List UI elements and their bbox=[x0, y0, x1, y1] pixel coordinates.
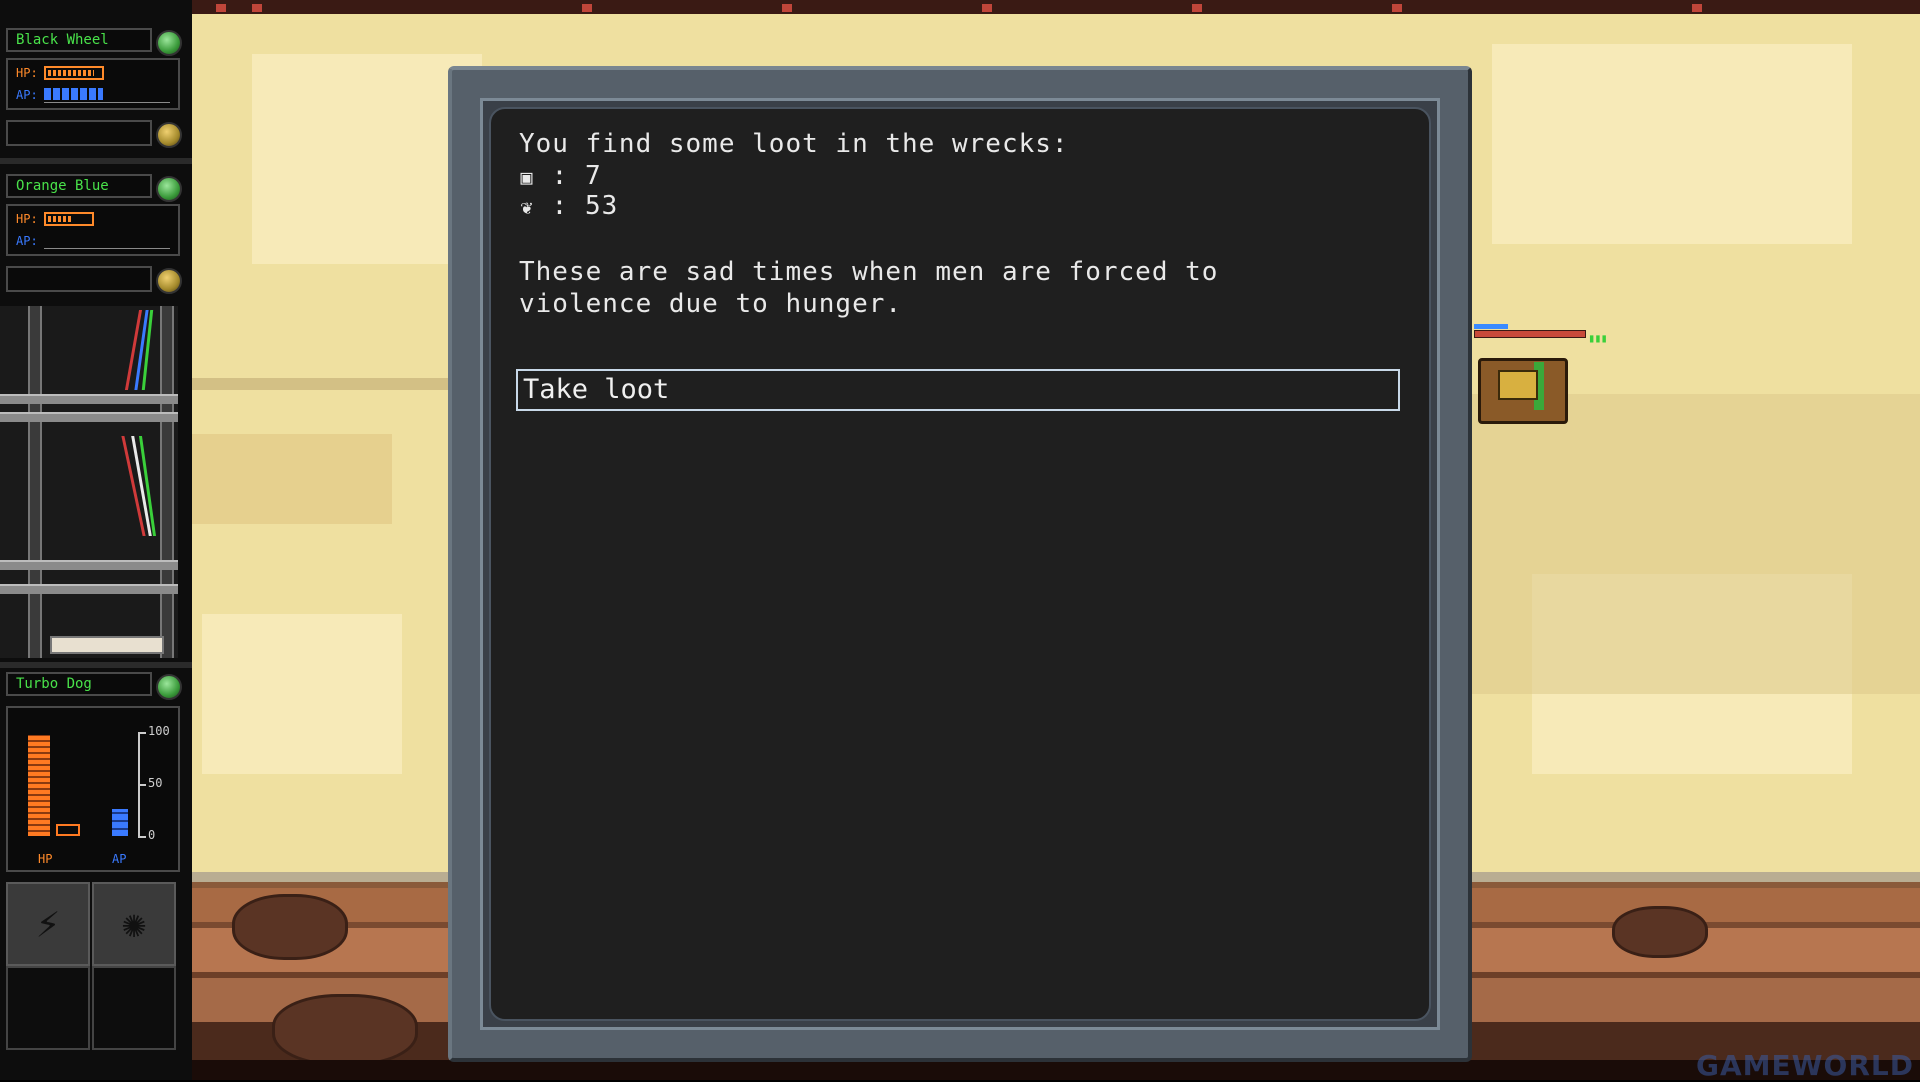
ability-empty-slot[interactable] bbox=[6, 966, 90, 1050]
dust-trail bbox=[1472, 394, 1920, 694]
ap-bar bbox=[44, 88, 170, 103]
ability-repair-slot[interactable]: ✺ bbox=[92, 882, 176, 966]
vehicle-cockpit bbox=[1498, 370, 1538, 400]
party-panel: Black Wheel HP: AP: Orange Blue HP: AP: bbox=[0, 0, 192, 1080]
unit-status-orb[interactable] bbox=[156, 30, 182, 56]
ap-gauge-label: AP bbox=[112, 852, 127, 866]
ability-empty-slot[interactable] bbox=[92, 966, 176, 1050]
unit-name: Turbo Dog bbox=[6, 672, 152, 696]
rail-bolt bbox=[782, 4, 792, 12]
loot-intro-text: You find some loot in the wrecks: bbox=[519, 129, 1069, 159]
hp-bar-fill bbox=[48, 70, 95, 76]
sand-shadow bbox=[192, 434, 392, 524]
take-loot-option[interactable]: Take loot bbox=[516, 369, 1400, 411]
player-vehicle[interactable] bbox=[1474, 352, 1570, 426]
rail-bolt bbox=[1392, 4, 1402, 12]
bottom-border bbox=[192, 1060, 1920, 1080]
unit-stats: HP: AP: bbox=[6, 58, 180, 110]
hp-bar-fill bbox=[48, 216, 72, 222]
rack-beam bbox=[0, 394, 178, 404]
hp-gauge-reserve bbox=[56, 824, 80, 836]
tire-track bbox=[192, 378, 462, 390]
hp-ap-gauge: 100 50 0 HP AP bbox=[6, 706, 180, 872]
watermark-logo: GAMEWORLD bbox=[1696, 1049, 1914, 1082]
ap-gauge-fill bbox=[112, 809, 128, 836]
rack-beam bbox=[0, 584, 178, 594]
loot-fuel-amount: : 53 bbox=[551, 191, 619, 221]
unit-status-orb[interactable] bbox=[156, 674, 182, 700]
ap-label: AP: bbox=[16, 88, 38, 102]
panel-divider bbox=[0, 158, 192, 164]
sand-patch bbox=[1492, 44, 1852, 244]
hp-gauge-label: HP bbox=[38, 852, 53, 866]
ability-boost-slot[interactable]: ⚡ bbox=[6, 882, 90, 966]
rail-bolt bbox=[216, 4, 226, 12]
rack-beam bbox=[0, 560, 178, 570]
panel-divider bbox=[0, 662, 192, 668]
hp-label: HP: bbox=[16, 66, 38, 80]
unit-name: Orange Blue bbox=[6, 174, 152, 198]
loot-row-fuel: ❦ : 53 bbox=[519, 191, 618, 221]
gauge-tick bbox=[138, 836, 146, 838]
gauge-tick bbox=[138, 784, 146, 786]
scrap-icon: ▣ bbox=[520, 165, 534, 189]
rock bbox=[272, 994, 418, 1060]
rail-bolt bbox=[1192, 4, 1202, 12]
ap-bar bbox=[44, 234, 170, 249]
gauge-tick-label: 0 bbox=[148, 828, 156, 842]
rail-bolt bbox=[582, 4, 592, 12]
fuel-icon: ❦ bbox=[520, 195, 534, 219]
vehicle-hp-bar bbox=[1474, 330, 1586, 338]
vehicle-wiring-rack bbox=[0, 306, 178, 658]
loot-row-scrap: ▣ : 7 bbox=[519, 161, 602, 191]
dialog-content: You find some loot in the wrecks: ▣ : 7 … bbox=[489, 107, 1431, 1021]
unit-status-orb[interactable] bbox=[156, 176, 182, 202]
car-spark-icon: ✺ bbox=[121, 901, 147, 947]
dialog-frame: You find some loot in the wrecks: ▣ : 7 … bbox=[480, 98, 1440, 1030]
loot-scrap-amount: : 7 bbox=[551, 161, 602, 191]
hp-bar bbox=[44, 212, 94, 226]
unit-slot[interactable] bbox=[6, 266, 152, 292]
event-message-line: These are sad times when men are forced … bbox=[519, 257, 1219, 287]
hp-label: HP: bbox=[16, 212, 38, 226]
unit-stats: HP: AP: bbox=[6, 204, 180, 256]
ap-bar-fill bbox=[44, 88, 103, 100]
gauge-tick-label: 50 bbox=[148, 776, 163, 790]
wire-junction-block bbox=[50, 636, 164, 654]
rail-bolt bbox=[252, 4, 262, 12]
rock bbox=[232, 894, 348, 960]
rack-pole bbox=[160, 306, 174, 658]
rack-pole bbox=[28, 306, 42, 658]
hp-gauge-fill bbox=[28, 735, 50, 836]
unit-slot[interactable] bbox=[6, 120, 152, 146]
rock bbox=[1612, 906, 1708, 958]
gauge-tick bbox=[138, 732, 146, 734]
vehicle-status-pips: ▮▮▮ bbox=[1588, 331, 1608, 345]
gauge-tick-label: 100 bbox=[148, 724, 170, 738]
event-dialog: You find some loot in the wrecks: ▣ : 7 … bbox=[448, 66, 1472, 1062]
rack-beam bbox=[0, 412, 178, 422]
event-message-line: violence due to hunger. bbox=[519, 289, 903, 319]
rail-bolt bbox=[1692, 4, 1702, 12]
rail-bolt bbox=[982, 4, 992, 12]
unit-name: Black Wheel bbox=[6, 28, 152, 52]
unit-gold-orb[interactable] bbox=[156, 122, 182, 148]
hp-bar bbox=[44, 66, 104, 80]
lightning-car-icon: ⚡ bbox=[35, 901, 61, 947]
ap-label: AP: bbox=[16, 234, 38, 248]
vehicle-ap-bar bbox=[1474, 324, 1508, 329]
sand-patch bbox=[202, 614, 402, 774]
unit-gold-orb[interactable] bbox=[156, 268, 182, 294]
